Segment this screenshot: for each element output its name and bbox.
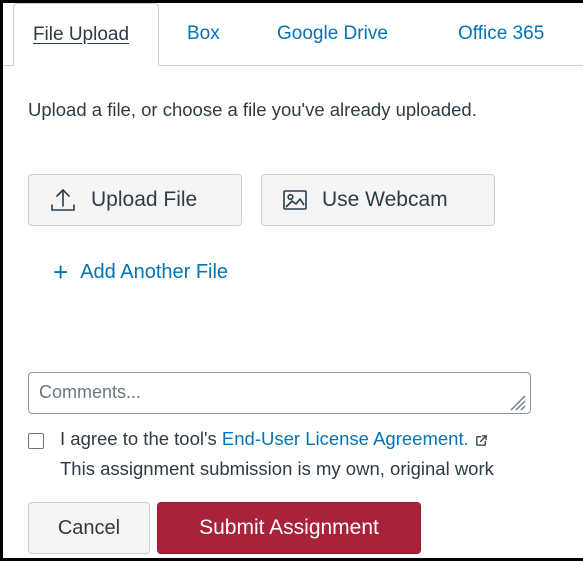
tab-box[interactable]: Box	[187, 3, 220, 65]
webcam-icon	[282, 188, 308, 212]
tab-file-upload[interactable]: File Upload	[13, 3, 159, 66]
tab-label: Box	[187, 23, 220, 44]
cancel-button[interactable]: Cancel	[28, 502, 150, 554]
comments-input[interactable]	[28, 372, 531, 414]
agreement-prefix: I agree to the tool's	[60, 428, 222, 449]
original-work-statement: This assignment submission is my own, or…	[60, 458, 494, 479]
eula-link[interactable]: End-User License Agreement.	[222, 428, 469, 449]
upload-instructions: Upload a file, or choose a file you've a…	[28, 99, 477, 120]
add-another-file-link[interactable]: + Add Another File	[53, 259, 228, 285]
tab-label: File Upload	[32, 23, 130, 45]
submit-label: Submit Assignment	[199, 516, 379, 539]
agreement-text: I agree to the tool's End-User License A…	[60, 428, 488, 450]
agreement-checkbox[interactable]	[28, 433, 44, 449]
tab-bar: File Upload Box Google Drive Office 365	[3, 3, 583, 66]
upload-file-button[interactable]: Upload File	[28, 174, 242, 226]
cancel-label: Cancel	[57, 516, 121, 539]
use-webcam-label: Use Webcam	[322, 188, 448, 211]
tab-google-drive[interactable]: Google Drive	[277, 3, 388, 65]
tab-label: Office 365	[458, 23, 545, 44]
submission-panel: File Upload Box Google Drive Office 365 …	[3, 3, 583, 558]
add-another-file-label: Add Another File	[80, 260, 229, 283]
external-link-icon	[475, 434, 487, 446]
plus-icon: +	[53, 257, 69, 287]
use-webcam-button[interactable]: Use Webcam	[261, 174, 495, 226]
submit-assignment-button[interactable]: Submit Assignment	[157, 502, 421, 554]
upload-file-label: Upload File	[91, 188, 198, 211]
tab-office-365[interactable]: Office 365	[458, 3, 544, 65]
tab-label: Google Drive	[277, 23, 388, 44]
upload-icon	[49, 186, 77, 214]
